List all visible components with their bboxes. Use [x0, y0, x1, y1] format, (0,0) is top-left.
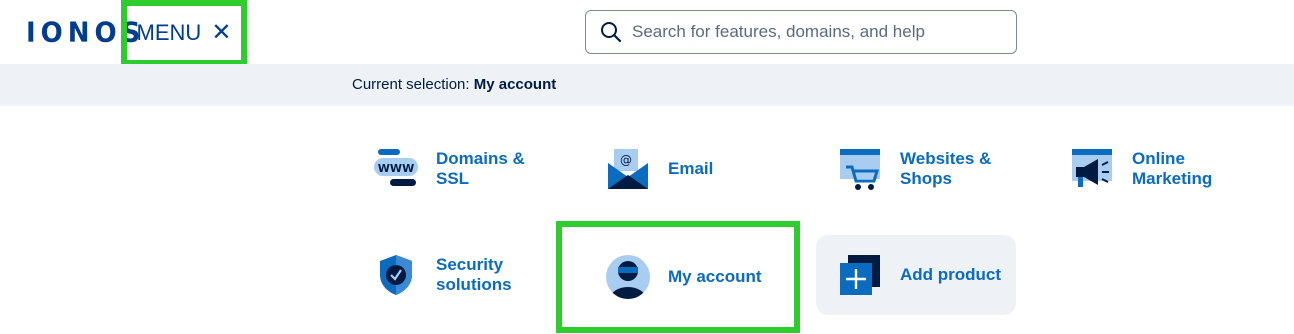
svg-text:@: @	[620, 153, 632, 167]
current-selection-bar: Current selection: My account	[0, 64, 1294, 106]
menu-tile-websites-shops[interactable]: Websites & Shops	[836, 144, 1036, 194]
tile-label-line1: My account	[668, 267, 762, 286]
tile-label-line1: Add product	[900, 265, 1002, 284]
tile-label-line1: Online	[1132, 149, 1185, 168]
current-selection-prefix: Current selection:	[352, 76, 470, 93]
plus-square-icon	[836, 251, 884, 299]
close-icon: ✕	[211, 19, 232, 46]
search-box[interactable]	[585, 10, 1017, 54]
shield-icon	[372, 251, 420, 299]
menu-tile-online-marketing[interactable]: Online Marketing	[1068, 144, 1268, 194]
top-header: IONOS MENU ✕	[0, 0, 1294, 66]
tile-label-line1: Websites &	[900, 149, 992, 168]
menu-tile-email[interactable]: @ Email	[604, 144, 804, 194]
svg-text:WWW: WWW	[378, 162, 414, 175]
tile-label-line2: SSL	[436, 169, 470, 188]
www-icon: WWW	[372, 145, 420, 193]
tile-label-line1: Email	[668, 159, 714, 178]
search-input[interactable]	[632, 22, 1002, 42]
tile-label-line2: solutions	[436, 275, 512, 294]
current-selection-text: Current selection: My account	[352, 76, 556, 93]
tile-label-line1: Security	[436, 255, 504, 274]
menu-toggle-button[interactable]: MENU ✕	[121, 0, 247, 66]
tile-label-line2: Marketing	[1132, 169, 1213, 188]
megaphone-icon	[1068, 145, 1116, 193]
menu-label: MENU	[136, 20, 202, 45]
menu-tile-my-account[interactable]: My account	[556, 221, 800, 333]
tile-label-line2: Shops	[900, 169, 952, 188]
tile-label-line1: Domains &	[436, 149, 525, 168]
menu-tile-security-solutions[interactable]: Security solutions	[372, 250, 572, 300]
menu-tile-domains-ssl[interactable]: WWW Domains & SSL	[372, 144, 572, 194]
menu-tile-add-product[interactable]: Add product	[816, 235, 1016, 315]
search-icon	[601, 22, 622, 43]
user-avatar-icon	[604, 253, 652, 301]
current-selection-value: My account	[473, 76, 557, 93]
envelope-icon: @	[604, 145, 652, 193]
shopping-cart-icon	[836, 145, 884, 193]
